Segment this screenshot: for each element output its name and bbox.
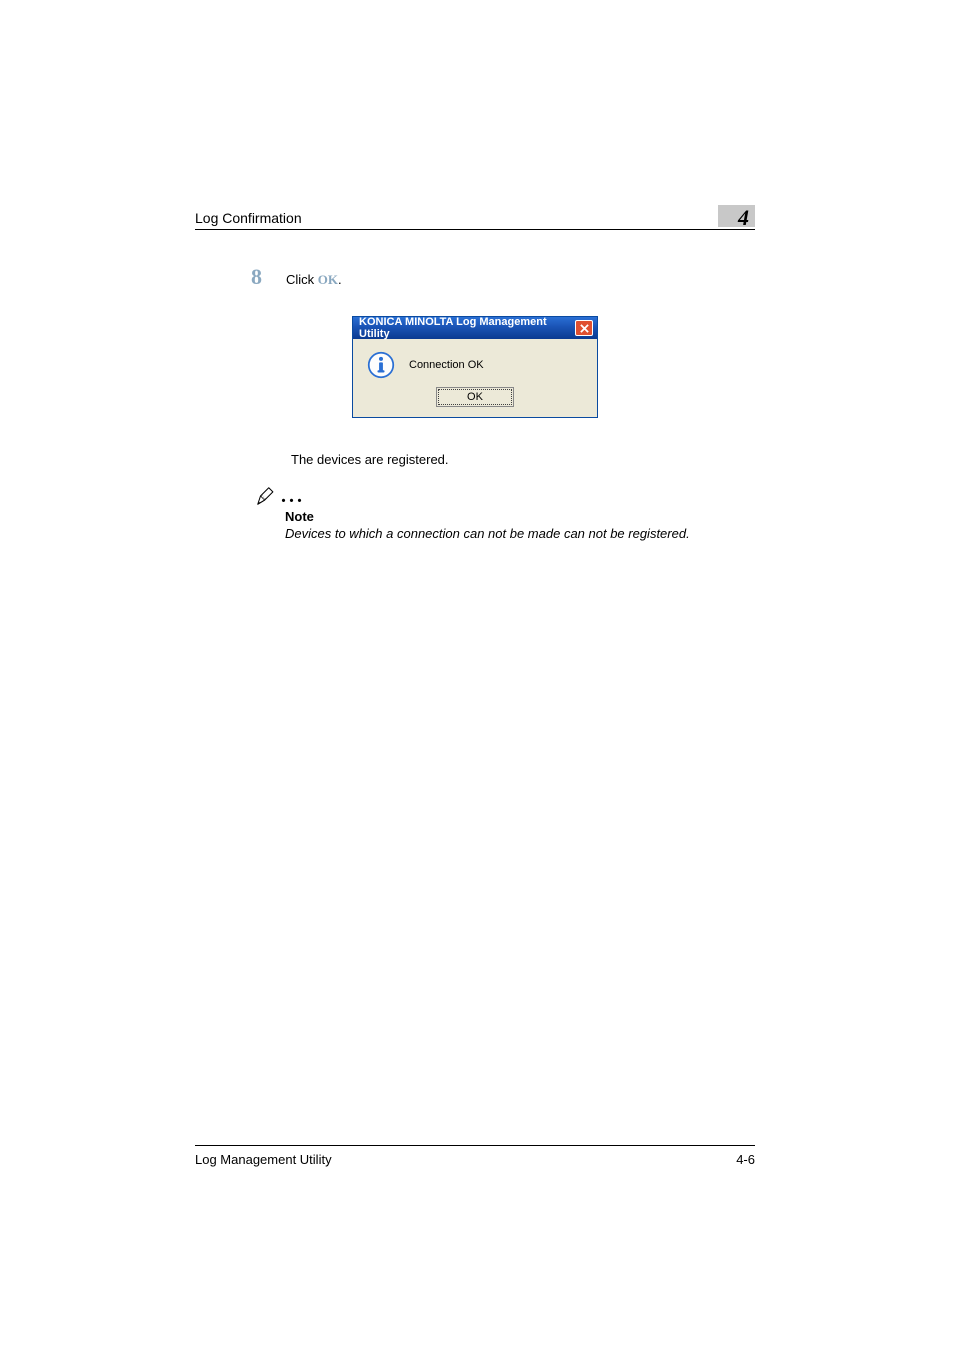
chapter-badge: 4 xyxy=(718,205,755,227)
note-block: ... Note Devices to which a connection c… xyxy=(255,485,755,541)
info-icon xyxy=(367,351,395,379)
dialog-body: Connection OK xyxy=(353,339,597,385)
page-header: Log Confirmation 4 xyxy=(195,205,755,230)
note-body: Devices to which a connection can not be… xyxy=(285,526,755,541)
footer-page: 4-6 xyxy=(736,1152,755,1167)
page-footer: Log Management Utility 4-6 xyxy=(195,1145,755,1167)
section-title: Log Confirmation xyxy=(195,210,302,226)
result-text: The devices are registered. xyxy=(291,452,755,467)
step-number: 8 xyxy=(251,264,262,290)
step-text: Click OK. xyxy=(286,272,342,288)
step-prefix: Click xyxy=(286,272,318,287)
ok-button[interactable]: OK xyxy=(438,389,512,405)
step-suffix: . xyxy=(338,272,342,287)
chapter-number: 4 xyxy=(738,207,749,229)
note-label: Note xyxy=(285,509,755,524)
note-head: ... xyxy=(255,485,755,507)
dialog-titlebar: KONICA MINOLTA Log Management Utility xyxy=(353,317,597,339)
footer-product: Log Management Utility xyxy=(195,1152,332,1167)
close-icon[interactable] xyxy=(575,320,593,336)
dialog-message: Connection OK xyxy=(409,359,484,371)
dialog-button-row: OK xyxy=(353,385,597,417)
step-row: 8 Click OK. xyxy=(251,264,755,290)
dialog-window: KONICA MINOLTA Log Management Utility Co… xyxy=(352,316,598,418)
step-action: OK xyxy=(318,272,338,287)
dialog-title: KONICA MINOLTA Log Management Utility xyxy=(359,316,575,340)
dialog-screenshot: KONICA MINOLTA Log Management Utility Co… xyxy=(352,316,598,418)
pen-icon xyxy=(255,485,277,507)
dots-icon: ... xyxy=(281,491,305,501)
